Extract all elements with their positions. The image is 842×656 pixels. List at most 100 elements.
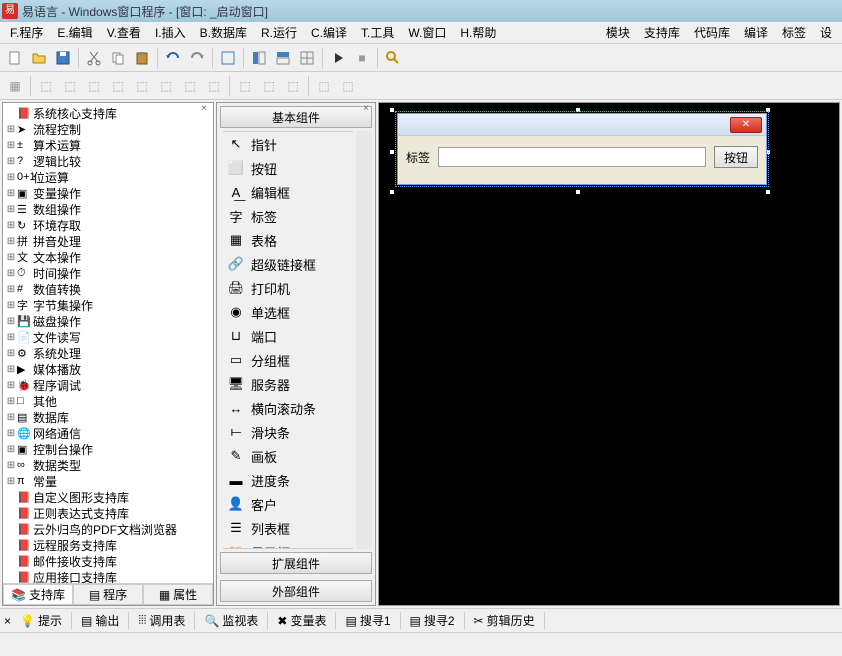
tree-item[interactable]: ⊞0+1位运算: [5, 169, 211, 185]
menu-database[interactable]: B.数据库: [196, 22, 251, 43]
component-item[interactable]: ◉单选框: [223, 300, 353, 324]
menu-compile2[interactable]: 编译: [740, 22, 772, 43]
find-button[interactable]: [382, 47, 404, 69]
tree-item[interactable]: ⊞拼拼音处理: [5, 233, 211, 249]
form-label-control[interactable]: 标签: [406, 149, 430, 166]
tree-item[interactable]: ⊞💾磁盘操作: [5, 313, 211, 329]
menu-codelib[interactable]: 代码库: [690, 22, 734, 43]
form-textbox-control[interactable]: [438, 147, 706, 167]
extend-components-button[interactable]: 扩展组件: [220, 552, 372, 574]
copy-button[interactable]: [107, 47, 129, 69]
form-button-control[interactable]: 按钮: [714, 146, 758, 168]
tree-item[interactable]: ⊞▣控制台操作: [5, 441, 211, 457]
menu-module[interactable]: 模块: [602, 22, 634, 43]
tree-item[interactable]: ⊞?逻辑比较: [5, 153, 211, 169]
tree-item[interactable]: ⊞▶媒体播放: [5, 361, 211, 377]
menu-tools[interactable]: T.工具: [357, 22, 398, 43]
tree-item[interactable]: ⊞字字节集操作: [5, 297, 211, 313]
save-button[interactable]: [52, 47, 74, 69]
tree-item[interactable]: ⊞□其他: [5, 393, 211, 409]
layout3-button[interactable]: [272, 47, 294, 69]
component-item[interactable]: ⟝滑块条: [223, 420, 353, 444]
component-item[interactable]: 字标签: [223, 204, 353, 228]
layout4-button[interactable]: [296, 47, 318, 69]
run-button[interactable]: [327, 47, 349, 69]
menu-file[interactable]: F.程序: [6, 22, 47, 43]
menu-lib[interactable]: 支持库: [640, 22, 684, 43]
open-button[interactable]: [28, 47, 50, 69]
tree-item[interactable]: ⊞⏱时间操作: [5, 265, 211, 281]
library-tree[interactable]: 📕系统核心支持库 ⊞➤流程控制⊞±算术运算⊞?逻辑比较⊞0+1位运算⊞▣变量操作…: [3, 103, 213, 583]
menu-help[interactable]: H.帮助: [456, 22, 500, 43]
menu-edit[interactable]: E.编辑: [53, 22, 96, 43]
menu-compile[interactable]: C.编译: [307, 22, 351, 43]
component-item[interactable]: 🖨打印机: [223, 276, 353, 300]
form-close-button[interactable]: ✕: [730, 117, 762, 133]
close-panel-icon[interactable]: ×: [197, 103, 211, 117]
tab-property[interactable]: ▦属性: [143, 584, 213, 605]
paste-button[interactable]: [131, 47, 153, 69]
bottom-tab[interactable]: ▤搜寻2: [403, 609, 462, 632]
component-item[interactable]: 📁目录框: [223, 540, 353, 549]
tree-lib-item[interactable]: 📕应用接口支持库: [5, 569, 211, 583]
tab-program[interactable]: ▤程序: [73, 584, 143, 605]
undo-button[interactable]: [162, 47, 184, 69]
menu-view[interactable]: V.查看: [103, 22, 145, 43]
tree-item[interactable]: ⊞☰数组操作: [5, 201, 211, 217]
tree-lib-item[interactable]: 📕远程服务支持库: [5, 537, 211, 553]
redo-button[interactable]: [186, 47, 208, 69]
tree-item[interactable]: ⊞±算术运算: [5, 137, 211, 153]
close-bottom-icon[interactable]: ×: [4, 614, 11, 628]
component-item[interactable]: ✎画板: [223, 444, 353, 468]
component-item[interactable]: ▦表格: [223, 228, 353, 252]
menu-tag[interactable]: 标签: [778, 22, 810, 43]
tree-item[interactable]: ⊞📄文件读写: [5, 329, 211, 345]
tree-item[interactable]: ⊞➤流程控制: [5, 121, 211, 137]
form-designer[interactable]: ✕ 标签 按钮: [378, 102, 840, 606]
bottom-tab[interactable]: ✖变量表: [270, 609, 333, 632]
component-item[interactable]: ⬜按钮: [223, 156, 353, 180]
tree-lib-item[interactable]: 📕邮件接收支持库: [5, 553, 211, 569]
component-item[interactable]: ▬进度条: [223, 468, 353, 492]
component-header[interactable]: 基本组件: [220, 106, 372, 128]
tree-lib-item[interactable]: 📕正则表达式支持库: [5, 505, 211, 521]
bottom-tab[interactable]: ✂剪辑历史: [467, 609, 542, 632]
layout1-button[interactable]: [217, 47, 239, 69]
cut-button[interactable]: [83, 47, 105, 69]
menu-run[interactable]: R.运行: [257, 22, 301, 43]
close-comp-panel-icon[interactable]: ×: [359, 103, 373, 117]
component-item[interactable]: ↖指针: [223, 132, 353, 156]
external-components-button[interactable]: 外部组件: [220, 580, 372, 602]
tree-item[interactable]: ⊞▣变量操作: [5, 185, 211, 201]
tree-item[interactable]: ⊞⚙系统处理: [5, 345, 211, 361]
new-button[interactable]: [4, 47, 26, 69]
component-item[interactable]: 🔗超级链接框: [223, 252, 353, 276]
tree-lib-item[interactable]: 📕自定义图形支持库: [5, 489, 211, 505]
component-item[interactable]: A͟编辑框: [223, 180, 353, 204]
bottom-tab[interactable]: ▤搜寻1: [338, 609, 397, 632]
component-item[interactable]: 🖥服务器: [223, 372, 353, 396]
tree-item[interactable]: ⊞🌐网络通信: [5, 425, 211, 441]
component-list[interactable]: ↖指针⬜按钮A͟编辑框字标签▦表格🔗超级链接框🖨打印机◉单选框⊔端口▭分组框🖥服…: [223, 131, 353, 549]
tree-item[interactable]: ⊞∞数据类型: [5, 457, 211, 473]
scrollbar[interactable]: [356, 131, 372, 549]
menu-window[interactable]: W.窗口: [404, 22, 450, 43]
component-item[interactable]: ☰列表框: [223, 516, 353, 540]
component-item[interactable]: ▭分组框: [223, 348, 353, 372]
component-item[interactable]: 👤客户: [223, 492, 353, 516]
menu-insert[interactable]: I.插入: [151, 22, 190, 43]
menu-settings[interactable]: 设: [816, 22, 836, 43]
tree-item[interactable]: ⊞#数值转换: [5, 281, 211, 297]
tree-lib-item[interactable]: 📕云外归鸟的PDF文档浏览器: [5, 521, 211, 537]
tab-support-lib[interactable]: 📚支持库: [3, 584, 73, 605]
bottom-tab[interactable]: 💡提示: [13, 609, 69, 632]
component-item[interactable]: ⊔端口: [223, 324, 353, 348]
component-item[interactable]: ↔横向滚动条: [223, 396, 353, 420]
bottom-tab[interactable]: ⦙⦙⦙调用表: [131, 609, 192, 632]
grid-button[interactable]: ▦: [4, 75, 26, 97]
tree-item[interactable]: ⊞↻环境存取: [5, 217, 211, 233]
bottom-tab[interactable]: ▤输出: [74, 609, 126, 632]
stop-button[interactable]: ■: [351, 47, 373, 69]
tree-item[interactable]: ⊞▤数据库: [5, 409, 211, 425]
tree-item[interactable]: ⊞π常量: [5, 473, 211, 489]
